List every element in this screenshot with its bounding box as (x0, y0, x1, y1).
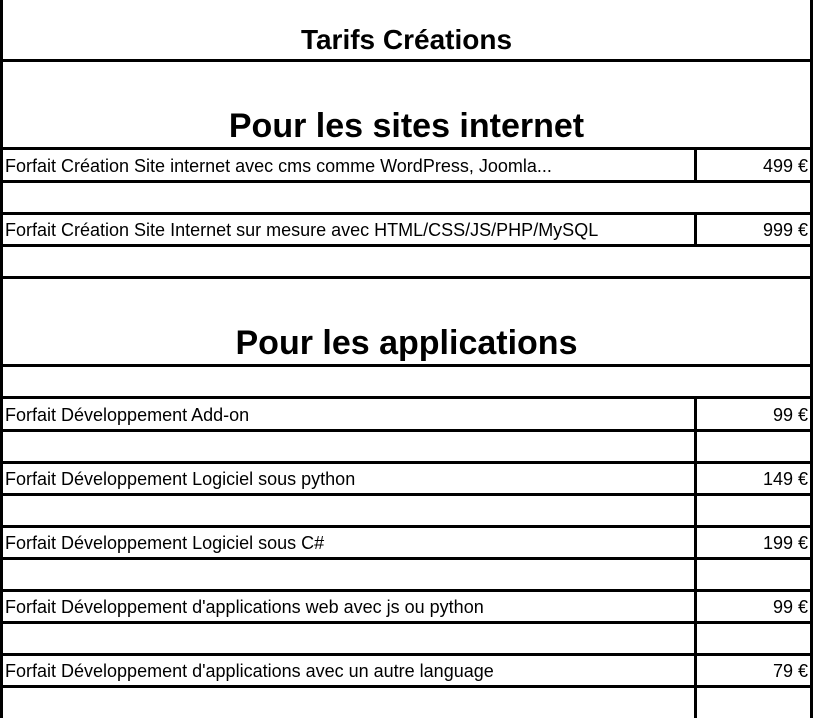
price-column-divider (694, 396, 697, 718)
sheet-title: Tarifs Créations (300, 24, 513, 55)
row-label: Forfait Développement d'applications web… (5, 597, 484, 617)
rule (0, 461, 813, 464)
rule (0, 276, 813, 279)
rule (0, 147, 813, 150)
rule (0, 244, 813, 247)
row-label: Forfait Développement Add-on (5, 405, 250, 425)
rule (0, 525, 813, 528)
price-column-divider (694, 147, 697, 183)
row-label: Forfait Développement d'applications ave… (5, 661, 494, 681)
row-price: 99 € (772, 405, 808, 425)
rule (0, 621, 813, 624)
row-price: 99 € (772, 597, 808, 617)
row-label: Forfait Création Site Internet sur mesur… (5, 220, 599, 240)
rule (0, 212, 813, 215)
row-price: 79 € (772, 661, 808, 681)
rule (0, 429, 813, 432)
rule (0, 59, 813, 62)
rule (0, 364, 813, 367)
row-price: 149 € (762, 469, 808, 489)
section-heading-websites: Pour les sites internet (228, 107, 585, 145)
section-heading-applications: Pour les applications (235, 324, 578, 362)
price-sheet: Tarifs Créations Pour les sites internet… (0, 0, 813, 718)
row-price: 199 € (762, 533, 808, 553)
rule (0, 589, 813, 592)
row-price: 999 € (762, 220, 808, 240)
rule (0, 396, 813, 399)
rule (0, 685, 813, 688)
rule (0, 180, 813, 183)
price-column-divider (694, 212, 697, 247)
row-label: Forfait Création Site internet avec cms … (5, 156, 552, 176)
rule (0, 493, 813, 496)
rule (0, 653, 813, 656)
rule (0, 557, 813, 560)
row-price: 499 € (762, 156, 808, 176)
row-label: Forfait Développement Logiciel sous pyth… (5, 469, 356, 489)
row-label: Forfait Développement Logiciel sous C# (5, 533, 325, 553)
